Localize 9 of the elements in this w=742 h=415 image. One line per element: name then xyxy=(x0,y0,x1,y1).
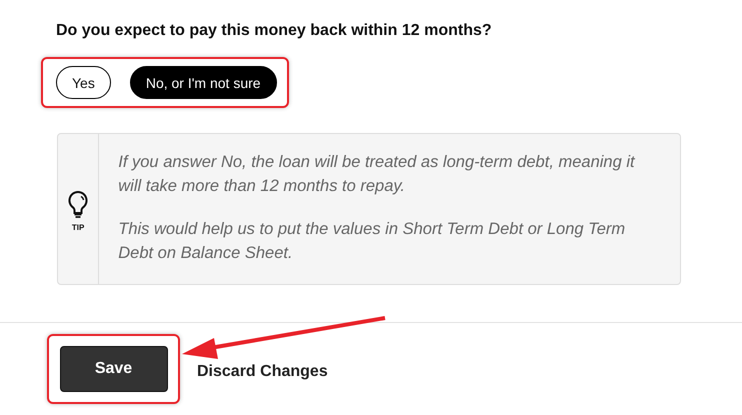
tip-text: If you answer No, the loan will be treated as long-term debt, meaning it will take more than 12 months to repay. xyxy=(118,152,636,197)
lightbulb-icon xyxy=(67,190,90,220)
option-button[interactable]: Yes xyxy=(56,66,111,99)
question-text: Do you expect to pay this money back within 12 months? xyxy=(56,22,492,40)
save-button[interactable]: Save xyxy=(60,346,168,392)
option-button[interactable]: No, or I'm not sure xyxy=(130,66,277,99)
tip-text: This would help us to put the values in Short Term Debt or Long Term Debt on Balance Sheet. xyxy=(118,219,626,264)
tip-label: TIP xyxy=(72,223,84,232)
discard-changes-button[interactable]: Discard Changes xyxy=(197,362,328,380)
